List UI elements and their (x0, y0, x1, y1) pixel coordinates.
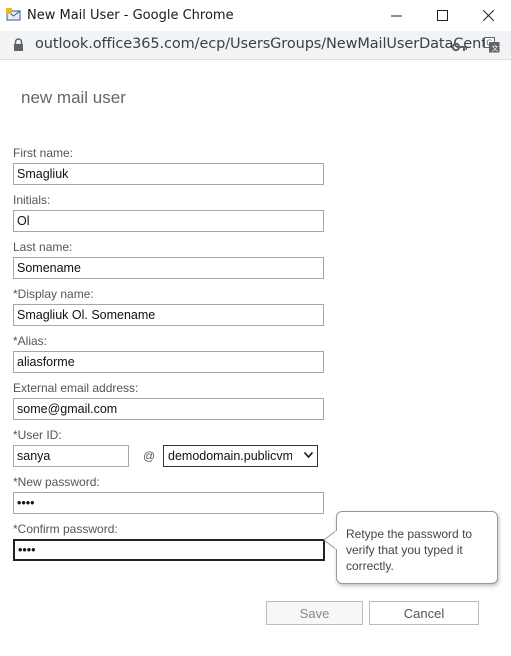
window-title: New Mail User - Google Chrome (27, 8, 234, 23)
minimize-button[interactable] (373, 0, 419, 31)
address-bar[interactable]: outlook.office365.com/ecp/UsersGroups/Ne… (0, 31, 511, 60)
external-email-label: External email address: (13, 381, 139, 395)
initials-input[interactable] (13, 210, 324, 232)
outlook-mail-icon (6, 8, 22, 22)
close-icon (482, 10, 494, 21)
user-id-input[interactable] (13, 445, 129, 467)
display-name-input[interactable] (13, 304, 324, 326)
cancel-button[interactable]: Cancel (369, 601, 479, 625)
key-icon[interactable] (451, 39, 468, 57)
new-password-label: *New password: (13, 475, 100, 489)
user-id-label: *User ID: (13, 428, 62, 442)
initials-label: Initials: (13, 193, 51, 207)
last-name-label: Last name: (13, 240, 73, 254)
tooltip-arrow-cover (335, 531, 338, 549)
window-titlebar: New Mail User - Google Chrome (0, 0, 511, 32)
domain-select[interactable]: demodomain.publicvm.c (163, 445, 318, 467)
new-password-input[interactable] (13, 492, 324, 514)
confirm-password-label: *Confirm password: (13, 522, 118, 536)
lock-icon[interactable] (13, 38, 24, 56)
minimize-icon (390, 15, 402, 17)
display-name-label: *Display name: (13, 287, 94, 301)
external-email-input[interactable] (13, 398, 324, 420)
save-button[interactable]: Save (266, 601, 363, 625)
alias-label: *Alias: (13, 334, 48, 348)
password-hint-tooltip: Retype the password to verify that you t… (336, 511, 498, 584)
translate-icon[interactable]: G 文 (484, 37, 500, 58)
svg-text:文: 文 (492, 44, 499, 53)
maximize-button[interactable] (419, 0, 465, 31)
close-button[interactable] (465, 0, 511, 31)
chevron-down-icon (304, 452, 313, 458)
page-title: new mail user (21, 88, 126, 107)
last-name-input[interactable] (13, 257, 324, 279)
domain-select-value: demodomain.publicvm.c (168, 449, 292, 463)
alias-input[interactable] (13, 351, 324, 373)
at-sign: @ (143, 449, 156, 463)
first-name-input[interactable] (13, 163, 324, 185)
url-text[interactable]: outlook.office365.com/ecp/UsersGroups/Ne… (35, 36, 500, 52)
confirm-password-input[interactable] (13, 539, 325, 561)
tooltip-text: Retype the password to verify that you t… (346, 527, 473, 573)
first-name-label: First name: (13, 146, 74, 160)
maximize-icon (436, 10, 448, 21)
